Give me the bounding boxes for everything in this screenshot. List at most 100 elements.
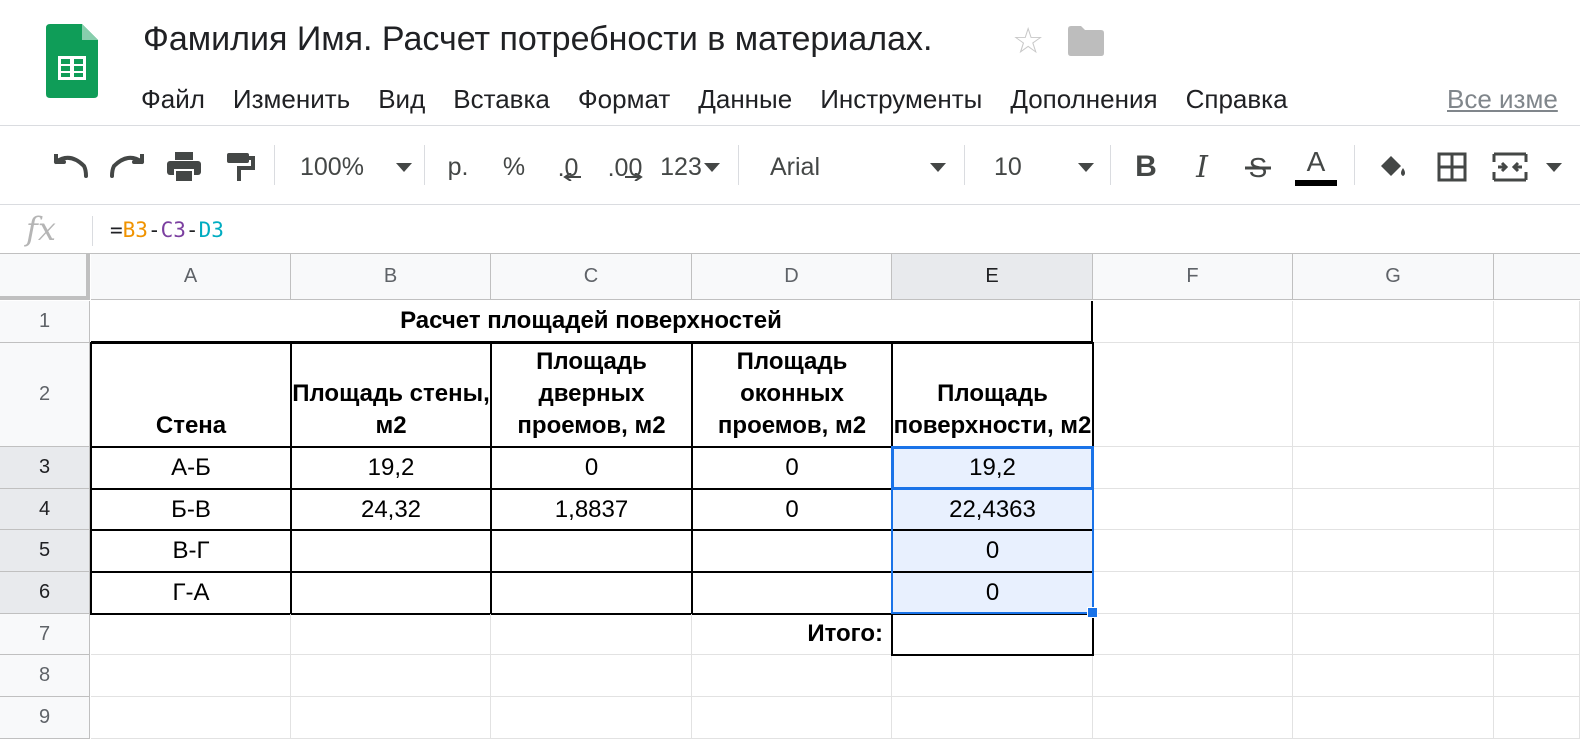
- grid-cell[interactable]: [1494, 530, 1580, 572]
- grid-cell[interactable]: [1093, 572, 1293, 614]
- table-cell[interactable]: 24,32: [290, 488, 492, 531]
- header-cell-wall-area[interactable]: Площадь стены, м2: [290, 342, 492, 448]
- menu-format[interactable]: Формат: [578, 82, 670, 116]
- merge-cells-button[interactable]: [1492, 145, 1576, 189]
- row-header-7[interactable]: 7: [0, 614, 90, 655]
- grid-cell[interactable]: [1494, 614, 1580, 655]
- grid-cell[interactable]: [1293, 301, 1494, 343]
- percent-format-button[interactable]: %: [496, 145, 532, 189]
- menu-data[interactable]: Данные: [698, 82, 792, 116]
- column-header-next[interactable]: [1494, 254, 1580, 300]
- grid-cell[interactable]: [1494, 447, 1580, 489]
- row-header-2[interactable]: 2: [0, 343, 90, 447]
- grid-cell[interactable]: [692, 697, 892, 739]
- grid-cell[interactable]: [1494, 489, 1580, 530]
- italic-button[interactable]: I: [1186, 145, 1218, 189]
- star-icon[interactable]: ☆: [1012, 20, 1044, 62]
- table-cell[interactable]: Г-А: [90, 571, 292, 615]
- menu-view[interactable]: Вид: [378, 82, 425, 116]
- grid-cell[interactable]: [1293, 530, 1494, 572]
- grid-cell[interactable]: [91, 614, 291, 655]
- grid-cell[interactable]: [291, 697, 491, 739]
- row-header-3[interactable]: 3: [0, 447, 90, 489]
- grid-cell[interactable]: [1093, 447, 1293, 489]
- table-cell[interactable]: [691, 529, 893, 573]
- redo-icon[interactable]: [108, 145, 148, 189]
- grid-cell[interactable]: [1093, 301, 1293, 343]
- font-size-select[interactable]: 10: [994, 145, 1094, 189]
- strikethrough-icon[interactable]: S: [1240, 145, 1276, 189]
- table-cell[interactable]: [490, 529, 693, 573]
- table-cell[interactable]: [490, 571, 693, 615]
- row-header-6[interactable]: 6: [0, 572, 90, 614]
- column-header-c[interactable]: C: [491, 254, 692, 300]
- grid-cell[interactable]: [491, 614, 692, 655]
- grid-cell[interactable]: [1093, 343, 1293, 447]
- table-cell[interactable]: 1,8837: [490, 488, 693, 531]
- grid-cell[interactable]: [1293, 697, 1494, 739]
- column-header-b[interactable]: B: [291, 254, 491, 300]
- table-cell[interactable]: [290, 571, 492, 615]
- grid-cell[interactable]: [1494, 343, 1580, 447]
- grid-cell[interactable]: [1293, 614, 1494, 655]
- row-header-4[interactable]: 4: [0, 489, 90, 530]
- row-header-8[interactable]: 8: [0, 655, 90, 697]
- column-header-e[interactable]: E: [892, 254, 1093, 300]
- grid-cell[interactable]: [491, 655, 692, 697]
- borders-icon[interactable]: [1432, 145, 1472, 189]
- grid-cell[interactable]: [1293, 572, 1494, 614]
- total-value-cell[interactable]: [891, 613, 1094, 656]
- paint-format-icon[interactable]: [222, 145, 258, 189]
- header-cell-surface-area[interactable]: Площадь поверхности, м2: [891, 342, 1094, 448]
- font-family-select[interactable]: Arial: [770, 145, 946, 189]
- formula-input[interactable]: =B3-C3-D3: [110, 215, 224, 245]
- fill-color-icon[interactable]: [1374, 145, 1412, 189]
- table-cell[interactable]: 19,2: [290, 446, 492, 490]
- sheet-title-cell[interactable]: Расчет площадей поверхностей: [91, 301, 1093, 343]
- more-formats-select[interactable]: 123: [658, 145, 722, 189]
- grid-cell[interactable]: [1093, 489, 1293, 530]
- table-cell[interactable]: В-Г: [90, 529, 292, 573]
- menu-edit[interactable]: Изменить: [233, 82, 350, 116]
- fill-handle[interactable]: [1087, 607, 1098, 618]
- header-cell-wall[interactable]: Стена: [90, 342, 292, 448]
- bold-button[interactable]: B: [1130, 145, 1162, 189]
- header-cell-door-area[interactable]: Площадь дверных проемов, м2: [490, 342, 693, 448]
- total-label-cell[interactable]: Итого:: [692, 614, 892, 655]
- grid-cell[interactable]: [892, 655, 1093, 697]
- column-header-d[interactable]: D: [692, 254, 892, 300]
- grid-cell[interactable]: [1093, 614, 1293, 655]
- menu-addons[interactable]: Дополнения: [1010, 82, 1157, 116]
- grid-cell[interactable]: [1494, 572, 1580, 614]
- grid-cell[interactable]: [491, 697, 692, 739]
- select-all-corner[interactable]: [0, 254, 90, 300]
- grid-cell[interactable]: [291, 614, 491, 655]
- menu-file[interactable]: Файл: [141, 82, 205, 116]
- menu-help[interactable]: Справка: [1186, 82, 1288, 116]
- grid-cell[interactable]: [1494, 697, 1580, 739]
- folder-icon[interactable]: [1068, 26, 1104, 56]
- document-title[interactable]: Фамилия Имя. Расчет потребности в матери…: [143, 20, 932, 59]
- grid-cell[interactable]: [1093, 697, 1293, 739]
- grid-cell[interactable]: [91, 697, 291, 739]
- grid-cell[interactable]: [1293, 447, 1494, 489]
- menu-tools[interactable]: Инструменты: [820, 82, 982, 116]
- header-cell-window-area[interactable]: Площадь оконных проемов, м2: [691, 342, 893, 448]
- table-cell[interactable]: 0: [691, 446, 893, 490]
- zoom-select[interactable]: 100%: [300, 145, 412, 189]
- grid-cell[interactable]: [1494, 301, 1580, 343]
- table-cell[interactable]: 0: [691, 488, 893, 531]
- grid-cell[interactable]: [91, 655, 291, 697]
- decrease-decimal-button[interactable]: .0: [548, 145, 588, 189]
- grid-cell[interactable]: [1093, 655, 1293, 697]
- all-changes-link[interactable]: Все изме: [1447, 82, 1558, 116]
- column-header-f[interactable]: F: [1093, 254, 1293, 300]
- grid-cell[interactable]: [1093, 530, 1293, 572]
- row-header-1[interactable]: 1: [0, 301, 90, 343]
- grid-cell[interactable]: [291, 655, 491, 697]
- currency-format-button[interactable]: р.: [440, 145, 476, 189]
- table-cell[interactable]: [290, 529, 492, 573]
- grid-cell[interactable]: [692, 655, 892, 697]
- row-header-5[interactable]: 5: [0, 530, 90, 572]
- table-cell[interactable]: [691, 571, 893, 615]
